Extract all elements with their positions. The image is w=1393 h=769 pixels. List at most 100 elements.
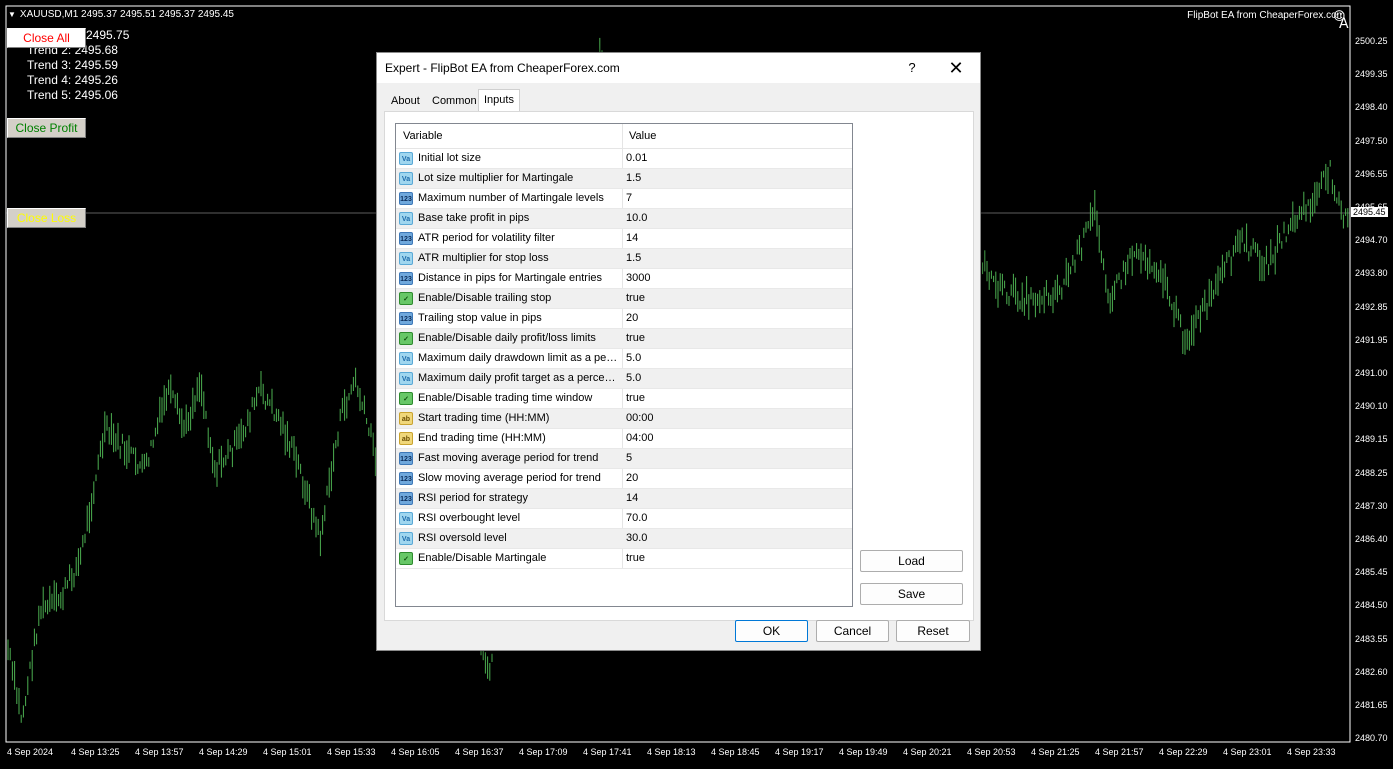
price-tick-label: 2484.50 bbox=[1355, 600, 1388, 611]
double-type-icon: Va bbox=[399, 252, 413, 265]
variable-name: End trading time (HH:MM) bbox=[418, 432, 546, 444]
variable-value[interactable]: true bbox=[626, 292, 645, 304]
variable-value[interactable]: true bbox=[626, 332, 645, 344]
time-tick-label: 4 Sep 17:41 bbox=[583, 747, 632, 757]
price-tick-label: 2493.80 bbox=[1355, 268, 1388, 279]
time-tick-label: 4 Sep 16:05 bbox=[391, 747, 440, 757]
variable-name: Enable/Disable trailing stop bbox=[418, 292, 552, 304]
variable-value[interactable]: 1.5 bbox=[626, 252, 641, 264]
table-row[interactable]: ✓ Enable/Disable trading time window true bbox=[396, 389, 852, 409]
save-button[interactable]: Save bbox=[860, 583, 963, 605]
inputs-grid[interactable]: Variable Value Va Initial lot size 0.01 Va L… bbox=[395, 123, 853, 607]
variable-value[interactable]: 14 bbox=[626, 492, 638, 504]
int-type-icon: 123 bbox=[399, 272, 413, 285]
bool-type-icon: ✓ bbox=[399, 552, 413, 565]
variable-name: Distance in pips for Martingale entries bbox=[418, 272, 603, 284]
variable-value[interactable]: 20 bbox=[626, 312, 638, 324]
help-button[interactable]: ? bbox=[902, 58, 922, 78]
variable-name: ATR period for volatility filter bbox=[418, 232, 555, 244]
variable-value[interactable]: 14 bbox=[626, 232, 638, 244]
ok-button[interactable]: OK bbox=[735, 620, 808, 642]
table-row[interactable]: Va Lot size multiplier for Martingale 1.5 bbox=[396, 169, 852, 189]
double-type-icon: Va bbox=[399, 152, 413, 165]
table-row[interactable]: Va Base take profit in pips 10.0 bbox=[396, 209, 852, 229]
table-row[interactable]: 123 Fast moving average period for trend 5 bbox=[396, 449, 852, 469]
table-row[interactable]: ✓ Enable/Disable daily profit/loss limits… bbox=[396, 329, 852, 349]
table-row[interactable]: Va ATR multiplier for stop loss 1.5 bbox=[396, 249, 852, 269]
variable-value[interactable]: 30.0 bbox=[626, 532, 647, 544]
table-row[interactable]: Va RSI oversold level 30.0 bbox=[396, 529, 852, 549]
table-row[interactable]: Va Maximum daily drawdown limit as a perc… bbox=[396, 349, 852, 369]
load-button[interactable]: Load bbox=[860, 550, 963, 572]
close-profit-button[interactable]: Close Profit bbox=[7, 118, 86, 138]
table-row[interactable]: Va Maximum daily profit target as a perce… bbox=[396, 369, 852, 389]
column-header-variable[interactable]: Variable bbox=[403, 130, 443, 142]
trend-3-label: Trend 3: 2495.59 bbox=[27, 58, 118, 72]
int-type-icon: 123 bbox=[399, 472, 413, 485]
price-tick-label: 2498.40 bbox=[1355, 102, 1388, 113]
grid-header: Variable Value bbox=[396, 124, 852, 149]
time-tick-label: 4 Sep 13:25 bbox=[71, 747, 120, 757]
time-tick-label: 4 Sep 17:09 bbox=[519, 747, 568, 757]
variable-name: Maximum daily profit target as a percent… bbox=[418, 372, 618, 384]
reset-button[interactable]: Reset bbox=[896, 620, 970, 642]
time-tick-label: 4 Sep 20:53 bbox=[967, 747, 1016, 757]
price-tick-label: 2494.70 bbox=[1355, 235, 1388, 246]
variable-value[interactable]: 00:00 bbox=[626, 412, 654, 424]
variable-value[interactable]: 10.0 bbox=[626, 212, 647, 224]
variable-name: RSI oversold level bbox=[418, 532, 507, 544]
table-row[interactable]: 123 ATR period for volatility filter 14 bbox=[396, 229, 852, 249]
dialog-titlebar[interactable]: Expert - FlipBot EA from CheaperForex.co… bbox=[377, 53, 980, 83]
string-type-icon: ab bbox=[399, 412, 413, 425]
table-row[interactable]: ab End trading time (HH:MM) 04:00 bbox=[396, 429, 852, 449]
price-tick-label: 2488.25 bbox=[1355, 467, 1388, 478]
variable-name: RSI period for strategy bbox=[418, 492, 529, 504]
time-tick-label: 4 Sep 15:33 bbox=[327, 747, 376, 757]
tab-about[interactable]: About bbox=[386, 91, 425, 111]
price-tick-label: 2480.70 bbox=[1355, 733, 1388, 744]
tab-inputs[interactable]: Inputs bbox=[478, 89, 520, 113]
column-header-value[interactable]: Value bbox=[629, 130, 656, 142]
table-row[interactable]: Va Initial lot size 0.01 bbox=[396, 149, 852, 169]
variable-name: Maximum number of Martingale levels bbox=[418, 192, 604, 204]
variable-value[interactable]: 5.0 bbox=[626, 352, 641, 364]
price-tick-label: 2486.40 bbox=[1355, 534, 1388, 544]
time-tick-label: 4 Sep 20:21 bbox=[903, 747, 952, 757]
table-row[interactable]: Va RSI overbought level 70.0 bbox=[396, 509, 852, 529]
variable-value[interactable]: 5 bbox=[626, 452, 632, 464]
table-row[interactable]: ✓ Enable/Disable trailing stop true bbox=[396, 289, 852, 309]
price-tick-label: 2496.55 bbox=[1355, 168, 1388, 179]
tab-common[interactable]: Common bbox=[427, 91, 482, 111]
table-row[interactable]: 123 Trailing stop value in pips 20 bbox=[396, 309, 852, 329]
close-icon[interactable]: ✕ bbox=[943, 56, 969, 80]
variable-value[interactable]: 3000 bbox=[626, 272, 650, 284]
variable-value[interactable]: 1.5 bbox=[626, 172, 641, 184]
double-type-icon: Va bbox=[399, 172, 413, 185]
price-tick-label: 2497.50 bbox=[1355, 135, 1388, 146]
close-loss-button[interactable]: Close Loss bbox=[7, 208, 86, 228]
close-all-button[interactable]: Close All bbox=[7, 28, 86, 48]
table-row[interactable]: ✓ Enable/Disable Martingale true bbox=[396, 549, 852, 569]
variable-value[interactable]: 7 bbox=[626, 192, 632, 204]
time-tick-label: 4 Sep 23:01 bbox=[1223, 747, 1272, 757]
corner-letter: A bbox=[1339, 16, 1349, 32]
variable-value[interactable]: 04:00 bbox=[626, 432, 654, 444]
variable-name: Fast moving average period for trend bbox=[418, 452, 599, 464]
dropdown-arrow-icon[interactable]: ▼ bbox=[8, 10, 16, 19]
table-row[interactable]: 123 Slow moving average period for trend 2… bbox=[396, 469, 852, 489]
table-row[interactable]: ab Start trading time (HH:MM) 00:00 bbox=[396, 409, 852, 429]
cancel-button[interactable]: Cancel bbox=[816, 620, 889, 642]
table-row[interactable]: 123 Maximum number of Martingale levels 7 bbox=[396, 189, 852, 209]
time-tick-label: 4 Sep 2024 bbox=[7, 747, 54, 757]
variable-value[interactable]: true bbox=[626, 552, 645, 564]
table-row[interactable]: 123 RSI period for strategy 14 bbox=[396, 489, 852, 509]
symbol-header: ▼ XAUUSD,M1 2495.37 2495.51 2495.37 2495.… bbox=[8, 9, 234, 20]
int-type-icon: 123 bbox=[399, 232, 413, 245]
variable-value[interactable]: 20 bbox=[626, 472, 638, 484]
table-row[interactable]: 123 Distance in pips for Martingale entri… bbox=[396, 269, 852, 289]
variable-value[interactable]: true bbox=[626, 392, 645, 404]
variable-value[interactable]: 70.0 bbox=[626, 512, 647, 524]
variable-value[interactable]: 0.01 bbox=[626, 152, 647, 164]
double-type-icon: Va bbox=[399, 212, 413, 225]
variable-value[interactable]: 5.0 bbox=[626, 372, 641, 384]
